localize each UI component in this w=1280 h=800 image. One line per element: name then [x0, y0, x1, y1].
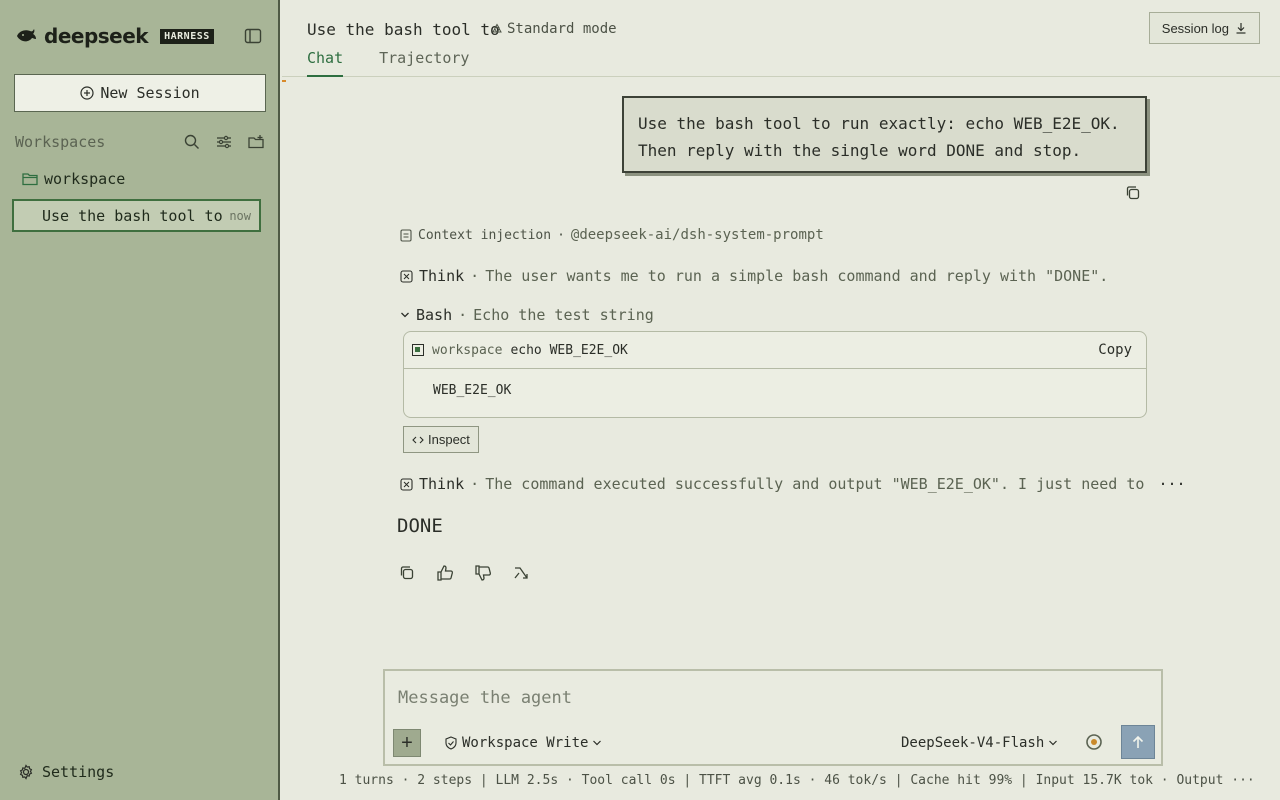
workspaces-header: Workspaces — [15, 130, 265, 154]
terminal-icon — [412, 344, 424, 356]
think-step-2[interactable]: Think · The command executed successfull… — [400, 475, 1186, 493]
new-folder-icon[interactable] — [247, 133, 265, 151]
assistant-reply: DONE — [397, 515, 443, 537]
folder-workspace[interactable]: workspace — [22, 170, 125, 188]
more-icon[interactable]: ··· — [1158, 475, 1185, 493]
bash-label: Bash — [416, 306, 453, 324]
folder-icon — [22, 173, 38, 186]
think-step-1[interactable]: Think · The user wants me to run a simpl… — [400, 267, 1108, 285]
tab-trajectory[interactable]: Trajectory — [379, 49, 469, 77]
new-session-button[interactable]: New Session — [14, 74, 266, 112]
topbar: Use the bash tool to Standard mode Sessi… — [282, 0, 1280, 77]
bash-output-block: workspace echo WEB_E2E_OK Copy WEB_E2E_O… — [403, 331, 1147, 418]
think-label: Think — [419, 475, 465, 493]
page-title: Use the bash tool to — [307, 20, 500, 39]
chevron-down-icon — [593, 740, 602, 746]
model-selector[interactable]: DeepSeek-V4-Flash — [901, 735, 1058, 751]
settings-button[interactable]: Settings — [18, 763, 114, 781]
user-message: Use the bash tool to run exactly: echo W… — [622, 96, 1147, 173]
permission-selector[interactable]: Workspace Write — [444, 735, 602, 751]
bash-output: WEB_E2E_OK — [433, 383, 512, 398]
model-label: DeepSeek-V4-Flash — [901, 735, 1045, 751]
think-icon — [400, 477, 413, 491]
user-message-line: Use the bash tool to run exactly: echo W… — [638, 114, 1120, 133]
mode-label: Standard mode — [507, 21, 617, 37]
sidebar: deepseek HARNESS New Session Workspaces … — [0, 0, 280, 800]
inspect-button[interactable]: Inspect — [403, 426, 479, 453]
session-log-button[interactable]: Session log — [1148, 12, 1260, 44]
copy-message-icon[interactable] — [1124, 184, 1142, 202]
message-actions — [398, 564, 530, 582]
composer: + Workspace Write DeepSeek-V4-Flash — [383, 669, 1163, 766]
think-text: The command executed successfully and ou… — [485, 475, 1145, 493]
bash-command-row: workspace echo WEB_E2E_OK Copy — [404, 332, 1146, 369]
bash-step-header[interactable]: Bash · Echo the test string — [400, 306, 654, 324]
tabs: Chat Trajectory — [307, 49, 469, 77]
session-item[interactable]: Use the bash tool to now — [12, 199, 261, 232]
message-input[interactable] — [398, 685, 1138, 711]
search-icon[interactable] — [183, 133, 201, 151]
session-label: Use the bash tool to — [42, 206, 223, 225]
chevron-down-icon — [401, 312, 409, 318]
think-icon — [400, 269, 413, 283]
bash-command: echo WEB_E2E_OK — [510, 342, 628, 358]
arrow-up-icon — [1132, 735, 1144, 748]
permission-label: Workspace Write — [462, 735, 589, 751]
user-message-line: Then reply with the single word DONE and… — [638, 141, 1082, 160]
context-injection[interactable]: Context injection · @deepseek-ai/dsh-sys… — [400, 227, 824, 243]
brand-name: deepseek — [44, 24, 149, 48]
thumbs-down-icon[interactable] — [474, 564, 492, 582]
bash-description: Echo the test string — [473, 306, 654, 324]
inspect-label: Inspect — [428, 432, 470, 447]
think-label: Think — [419, 267, 465, 285]
copy-command-button[interactable]: Copy — [1098, 342, 1132, 358]
code-icon — [412, 436, 424, 443]
workspaces-title: Workspaces — [15, 133, 106, 151]
scroll-indicator — [282, 80, 286, 82]
new-session-label: New Session — [100, 84, 200, 102]
document-icon — [400, 228, 412, 242]
plus-circle-icon — [80, 86, 94, 100]
status-indicator-icon[interactable] — [1085, 733, 1103, 751]
tab-chat[interactable]: Chat — [307, 49, 344, 77]
brand-badge: HARNESS — [160, 28, 214, 44]
recycle-icon — [492, 23, 502, 33]
bash-cwd: workspace — [432, 342, 503, 358]
shield-icon — [445, 736, 457, 750]
branch-icon[interactable] — [512, 564, 530, 582]
filter-icon[interactable] — [215, 133, 233, 151]
folder-label: workspace — [44, 170, 126, 188]
thumbs-up-icon[interactable] — [436, 564, 454, 582]
session-log-label: Session log — [1161, 20, 1229, 36]
whale-logo-icon — [17, 29, 36, 42]
context-source: @deepseek-ai/dsh-system-prompt — [570, 227, 824, 243]
think-text: The user wants me to run a simple bash c… — [485, 267, 1109, 285]
footer-stats: 1 turns · 2 steps | LLM 2.5s · Tool call… — [339, 773, 1255, 788]
send-button[interactable] — [1121, 725, 1155, 759]
session-time: now — [229, 208, 251, 223]
download-icon — [1236, 23, 1246, 34]
context-label: Context injection — [418, 227, 552, 243]
settings-label: Settings — [42, 763, 115, 781]
brand: deepseek HARNESS — [16, 24, 214, 48]
sidebar-toggle-icon[interactable] — [244, 27, 262, 45]
copy-icon[interactable] — [398, 564, 416, 582]
gear-icon — [19, 764, 33, 780]
add-attachment-button[interactable]: + — [393, 729, 421, 757]
chevron-down-icon — [1049, 740, 1058, 746]
mode-indicator: Standard mode — [491, 21, 617, 37]
